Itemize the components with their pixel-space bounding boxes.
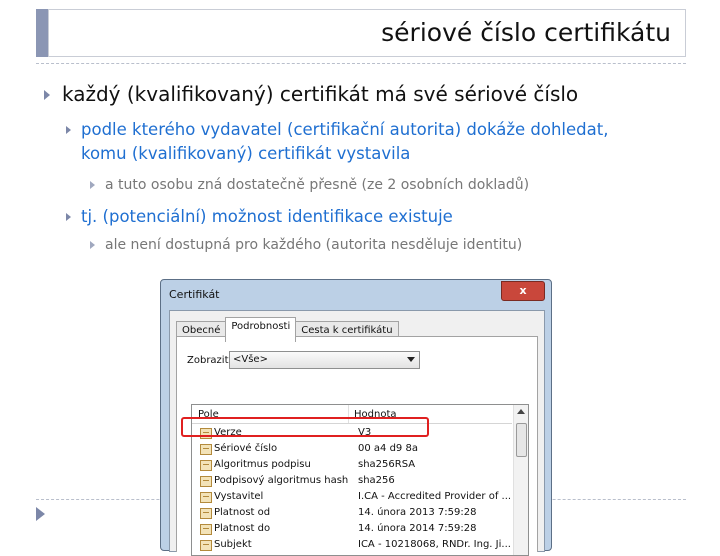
table-row[interactable]: Platnost do 14. února 2014 7:59:28 bbox=[192, 521, 512, 537]
certificate-field-icon bbox=[200, 508, 212, 519]
details-panel: Zobrazit: <Vše> Pole Hodnota Verze V3 Sér… bbox=[176, 336, 538, 556]
bullet-level1: každý (kvalifikovaný) certifikát má své … bbox=[44, 82, 578, 106]
certificate-field-icon bbox=[200, 460, 212, 471]
bullet-level2: tj. (potenciální) možnost identifikace e… bbox=[66, 205, 453, 229]
tab-details[interactable]: Podrobnosti bbox=[225, 317, 297, 342]
bullet-text: podle kterého vydavatel (certifikační au… bbox=[81, 120, 609, 163]
show-dropdown[interactable]: <Vše> bbox=[229, 351, 420, 369]
certificate-field-icon bbox=[200, 492, 212, 503]
table-row[interactable]: Platnost od 14. února 2013 7:59:28 bbox=[192, 505, 512, 521]
tab-bar: Obecné Podrobnosti Cesta k certifikátu bbox=[176, 317, 399, 342]
slide-nav-arrow-icon bbox=[36, 507, 45, 521]
title-accent-bar bbox=[36, 9, 48, 57]
scroll-thumb[interactable] bbox=[516, 423, 527, 457]
bullet-level3: a tuto osobu zná dostatečně přesně (ze 2… bbox=[90, 177, 529, 193]
bullet-text: každý (kvalifikovaný) certifikát má své … bbox=[62, 82, 579, 106]
title-box: sériové číslo certifikátu bbox=[48, 9, 686, 57]
show-label: Zobrazit: bbox=[187, 355, 232, 366]
show-dropdown-value: <Vše> bbox=[233, 354, 268, 365]
slide-title: sériové číslo certifikátu bbox=[381, 18, 671, 47]
table-row[interactable]: Algoritmus podpisu sha256RSA bbox=[192, 457, 512, 473]
bullet-text: ale není dostupná pro každého (autorita … bbox=[105, 237, 523, 253]
chevron-down-icon bbox=[407, 357, 415, 362]
bullet-text: a tuto osobu zná dostatečně přesně (ze 2… bbox=[105, 177, 530, 193]
bullet-arrow-icon bbox=[90, 241, 95, 249]
bullet-arrow-icon bbox=[90, 181, 95, 189]
certificate-field-icon bbox=[200, 540, 212, 551]
table-row[interactable]: Podpisový algoritmus hash sha256 bbox=[192, 473, 512, 489]
bullet-arrow-icon bbox=[66, 126, 71, 134]
vertical-scrollbar[interactable] bbox=[513, 405, 528, 555]
certificate-field-icon bbox=[200, 524, 212, 535]
certificate-field-icon bbox=[200, 476, 212, 487]
bullet-text: tj. (potenciální) možnost identifikace e… bbox=[81, 207, 453, 226]
scroll-up-icon[interactable] bbox=[517, 409, 525, 414]
serial-number-highlight bbox=[181, 417, 429, 437]
bullet-arrow-icon bbox=[44, 90, 50, 100]
bullet-level3: ale není dostupná pro každého (autorita … bbox=[90, 237, 522, 253]
top-divider bbox=[36, 63, 686, 64]
bullet-level2: podle kterého vydavatel (certifikační au… bbox=[66, 118, 626, 166]
table-row[interactable]: Vystavitel I.CA - Accredited Provider of … bbox=[192, 489, 512, 505]
bullet-arrow-icon bbox=[66, 213, 71, 221]
table-row[interactable]: Subjekt ICA - 10218068, RNDr. Ing. Ji... bbox=[192, 537, 512, 553]
close-button[interactable]: x bbox=[501, 281, 545, 301]
certificate-dialog: Certifikát x Obecné Podrobnosti Cesta k … bbox=[160, 279, 552, 556]
dialog-title: Certifikát bbox=[169, 288, 220, 301]
table-row-serial-number[interactable]: Sériové číslo 00 a4 d9 8a bbox=[192, 441, 512, 457]
certificate-field-icon bbox=[200, 444, 212, 455]
